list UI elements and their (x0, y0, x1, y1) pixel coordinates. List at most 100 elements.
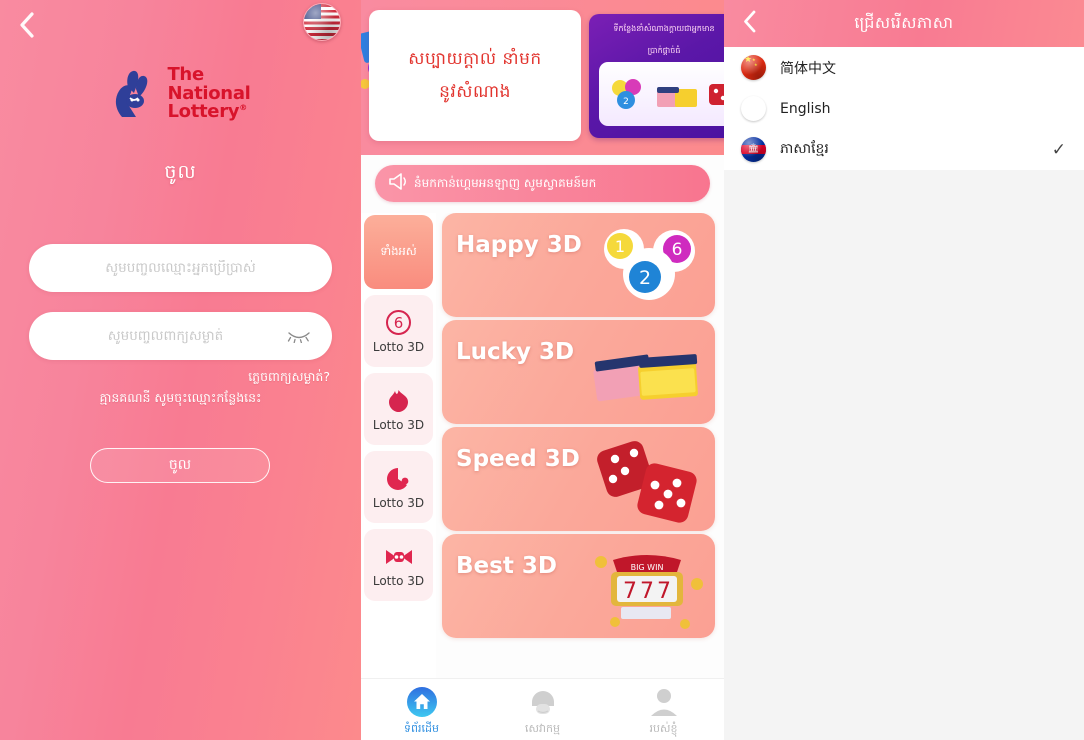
language-screen: ជ្រើសរើសភាសា ★★★ 简体中文 English 🏛 (724, 0, 1084, 740)
home-content: ទាំងអស់ 6 Lotto 3D Lotto 3D Lotto 3D Lot… (361, 213, 724, 678)
language-label: English (780, 100, 831, 117)
tab-service[interactable]: សេវាកម្ម (482, 681, 603, 738)
category-item-lotto-flame[interactable]: Lotto 3D (364, 373, 433, 445)
flame-heart-icon (385, 387, 412, 415)
language-option-english[interactable]: English (724, 88, 1084, 129)
category-label: Lotto 3D (372, 495, 425, 510)
brand-line-3: Lottery (167, 101, 240, 123)
language-label: ភាសាខ្មែរ (780, 141, 829, 157)
back-button[interactable] (10, 9, 42, 41)
game-card-happy-3d[interactable]: Happy 3D 1 6 2 (442, 213, 715, 317)
language-flag-button[interactable] (303, 3, 341, 41)
carousel-slide-1[interactable]: សប្បាយក្តាល់ នាំមក នូវសំណាង (369, 10, 581, 141)
money-stacks-art (589, 326, 707, 418)
forgot-password-link[interactable]: ភ្លេចពាក្យសម្ងាត់? (248, 369, 330, 388)
game-title: Speed 3D (456, 446, 580, 472)
slide2-art-tray: 2 (599, 62, 724, 126)
login-screen: The National Lottery® ចូល ភ្លេចពាក្យសម្ (0, 0, 361, 740)
announcement-text: នំមកកាន់ហ្គេមអនឡាញ សូមស្វាគមន៍មក (414, 175, 597, 190)
slide2-line2: ប្រាក់ផ្តាច់ធំ (647, 46, 681, 56)
tab-label: សេវាកម្ម (525, 722, 560, 735)
home-icon (405, 685, 439, 719)
app-root: The National Lottery® ចូល ភ្លេចពាក្យសម្ (0, 0, 1084, 740)
category-item-lotto-pac[interactable]: Lotto 3D (364, 451, 433, 523)
game-card-speed-3d[interactable]: Speed 3D (442, 427, 715, 531)
language-empty-area (724, 170, 1084, 740)
slide1-line2: នូវសំណាង (439, 81, 511, 102)
category-item-all[interactable]: ទាំងអស់ (364, 215, 433, 289)
us-flag-icon (741, 96, 766, 121)
category-label: Lotto 3D (372, 417, 425, 432)
pac-circle-icon (385, 465, 412, 493)
crossed-fingers-icon (110, 67, 160, 121)
svg-text:7: 7 (623, 579, 637, 604)
category-label: ទាំងអស់ (380, 243, 417, 258)
slide2-line1: ទីកន្លែងនាំសំណាងក្តាយជាអ្នកមាន (613, 24, 715, 33)
slot-machine-art: BIG WIN 7 7 7 (589, 540, 707, 632)
language-option-khmer[interactable]: 🏛 ភាសាខ្មែរ ✓ (724, 129, 1084, 170)
game-title: Lucky 3D (456, 339, 575, 365)
category-label: Lotto 3D (372, 573, 425, 588)
game-list: Happy 3D 1 6 2 Lucky 3D Speed 3D Best 3D… (436, 213, 724, 678)
svg-text:7: 7 (657, 579, 671, 604)
person-icon (647, 685, 681, 719)
carousel-slide-2[interactable]: ទីកន្លែងនាំសំណាងក្តាយជាអ្នកមាន ប្រាក់ផ្ត… (589, 14, 724, 138)
svg-text:BIG WIN: BIG WIN (631, 563, 664, 572)
svg-text:2: 2 (623, 97, 629, 107)
page-title: ចូល (164, 161, 197, 183)
language-header: ជ្រើសរើសភាសា (724, 0, 1084, 47)
chevron-left-icon (17, 11, 36, 39)
lottery-balls-art: 1 6 2 (589, 219, 707, 311)
home-screen: សប្បាយក្តាល់ នាំមក នូវសំណាង ទីកន្លែងនាំស… (361, 0, 724, 740)
brand-wordmark: The National Lottery® (167, 65, 250, 123)
us-flag-icon (304, 4, 340, 40)
game-card-best-3d[interactable]: Best 3D BIG WIN 7 7 7 (442, 534, 715, 638)
svg-text:6: 6 (672, 240, 683, 260)
bottom-tab-bar: ទំព័រដើម សេវាកម្ម របស់ខ្ញុំ (361, 678, 724, 740)
language-option-list: ★★★ 简体中文 English 🏛 ភាសាខ្មែរ ✓ (724, 47, 1084, 170)
tab-home[interactable]: ទំព័រដើម (361, 681, 482, 738)
login-submit-button[interactable]: ចូល (90, 448, 270, 483)
money-stack-icon (657, 87, 697, 107)
kh-flag-icon: 🏛 (741, 137, 766, 162)
announcement-bar[interactable]: នំមកកាន់ហ្គេមអនឡាញ សូមស្វាគមន៍មក (375, 165, 710, 202)
category-item-lotto-bow[interactable]: Lotto 3D (364, 529, 433, 601)
svg-text:1: 1 (615, 237, 625, 256)
tab-label: របស់ខ្ញុំ (649, 722, 678, 735)
brand-logo: The National Lottery® (0, 65, 361, 123)
circle-six-icon: 6 (385, 309, 412, 337)
game-title: Happy 3D (456, 232, 582, 258)
eye-closed-icon[interactable] (286, 325, 312, 347)
headset-icon (526, 685, 560, 719)
promo-carousel[interactable]: សប្បាយក្តាល់ នាំមក នូវសំណាង ទីកន្លែងនាំស… (361, 0, 724, 155)
username-field[interactable] (29, 244, 332, 292)
username-input[interactable] (49, 260, 312, 276)
red-dice-art (589, 433, 707, 525)
svg-text:6: 6 (394, 314, 404, 332)
lottery-balls-icon: 2 (612, 79, 641, 109)
cn-flag-icon: ★★★ (741, 55, 766, 80)
red-dice-icon (709, 84, 724, 105)
check-icon: ✓ (1051, 139, 1066, 160)
category-item-lotto-six[interactable]: 6 Lotto 3D (364, 295, 433, 367)
password-input[interactable] (49, 328, 282, 344)
megaphone-icon (387, 172, 408, 195)
back-button[interactable] (734, 8, 764, 38)
svg-text:2: 2 (639, 267, 651, 289)
slide1-line1: សប្បាយក្តាល់ នាំមក (408, 49, 542, 70)
register-link[interactable]: គ្មានគណនី សូមចុះឈ្មោះកន្លែងនេះ (0, 390, 361, 409)
tab-profile[interactable]: របស់ខ្ញុំ (603, 681, 724, 738)
tab-label: ទំព័រដើម (404, 722, 439, 735)
language-title: ជ្រើសរើសភាសា (854, 12, 954, 32)
game-title: Best 3D (456, 553, 557, 579)
category-label: Lotto 3D (372, 339, 425, 354)
brand-registered-mark: ® (239, 103, 247, 113)
category-rail: ទាំងអស់ 6 Lotto 3D Lotto 3D Lotto 3D Lot… (361, 213, 436, 678)
language-option-chinese[interactable]: ★★★ 简体中文 (724, 47, 1084, 88)
language-label: 简体中文 (780, 60, 836, 77)
game-card-lucky-3d[interactable]: Lucky 3D (442, 320, 715, 424)
bowtie-icon (384, 543, 414, 571)
password-field[interactable] (29, 312, 332, 360)
chevron-left-icon (741, 9, 758, 38)
svg-text:7: 7 (640, 579, 654, 604)
